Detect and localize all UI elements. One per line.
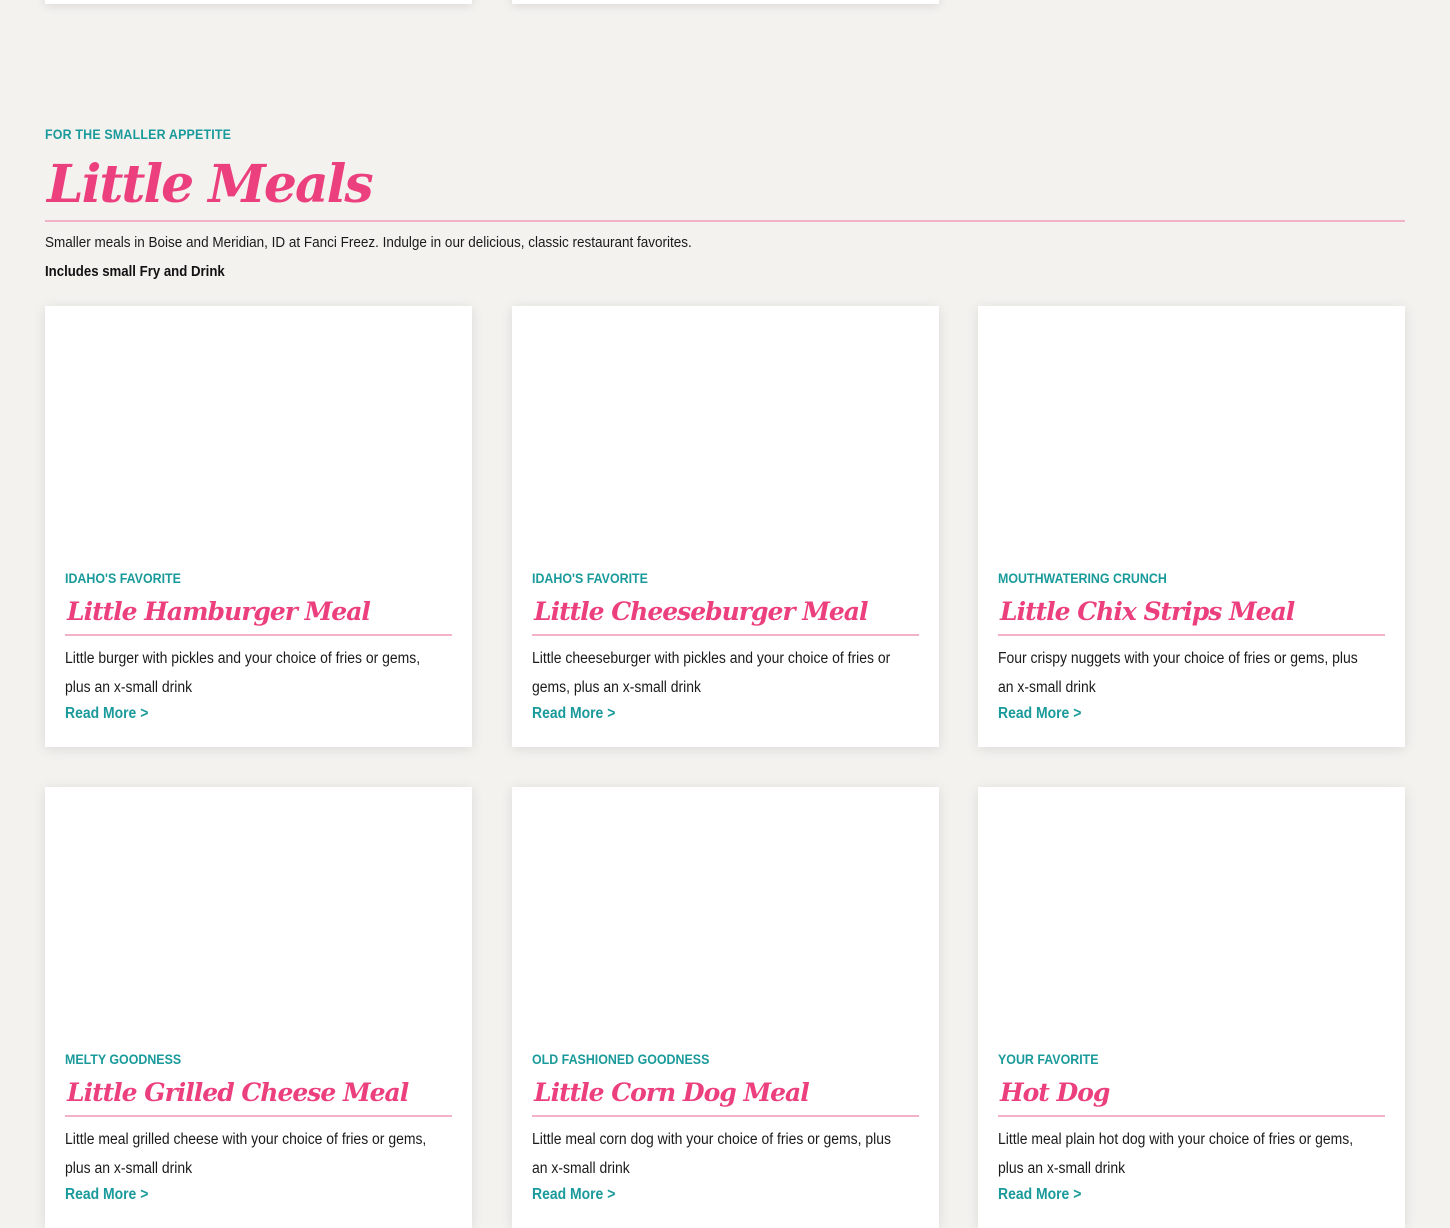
menu-item-description: Little meal corn dog with your choice of… — [532, 1131, 892, 1177]
menu-card: MOUTHWATERING CRUNCH Little Chix Strips … — [978, 306, 1405, 747]
menu-card: YOUR FAVORITE Hot Dog Little meal plain … — [978, 787, 1405, 1228]
menu-item-name[interactable]: Little Hamburger Meal — [67, 594, 371, 630]
menu-item-name[interactable]: Hot Dog — [1000, 1075, 1110, 1111]
menu-item-divider — [65, 1115, 452, 1117]
title-divider — [45, 220, 1405, 222]
menu-item-description: Little cheeseburger with pickles and you… — [532, 650, 891, 696]
menu-item-image[interactable] — [45, 306, 472, 556]
menu-item-image[interactable] — [978, 787, 1405, 1037]
menu-item-name[interactable]: Little Chix Strips Meal — [1000, 594, 1295, 630]
menu-item-tag: IDAHO'S FAVORITE — [65, 571, 181, 586]
menu-item-divider — [532, 634, 919, 636]
menu-item-name[interactable]: Little Cheeseburger Meal — [534, 594, 869, 630]
menu-item-image[interactable] — [512, 787, 939, 1037]
menu-item-divider — [532, 1115, 919, 1117]
menu-item-description: Little burger with pickles and your choi… — [65, 650, 421, 696]
menu-card: IDAHO'S FAVORITE Little Cheeseburger Mea… — [512, 306, 939, 747]
section-eyebrow: FOR THE SMALLER APPETITE — [45, 127, 232, 142]
menu-item-tag: IDAHO'S FAVORITE — [532, 571, 648, 586]
menu-item-description: Four crispy nuggets with your choice of … — [998, 650, 1358, 696]
menu-item-divider — [65, 634, 452, 636]
menu-item-image[interactable] — [512, 306, 939, 556]
menu-item-name[interactable]: Little Corn Dog Meal — [534, 1075, 810, 1111]
menu-card: OLD FASHIONED GOODNESS Little Corn Dog M… — [512, 787, 939, 1228]
section-description: Smaller meals in Boise and Meridian, ID … — [45, 234, 692, 251]
section-includes-note: Includes small Fry and Drink — [45, 263, 225, 280]
menu-item-tag: YOUR FAVORITE — [998, 1052, 1099, 1067]
read-more-link[interactable]: Read More > — [998, 703, 1081, 725]
menu-item-image[interactable] — [45, 787, 472, 1037]
read-more-link[interactable]: Read More > — [998, 1184, 1081, 1206]
menu-item-tag: OLD FASHIONED GOODNESS — [532, 1052, 710, 1067]
previous-section-card — [512, 0, 939, 4]
read-more-link[interactable]: Read More > — [532, 703, 615, 725]
section-title: Little Meals — [47, 154, 374, 215]
read-more-link[interactable]: Read More > — [65, 1184, 148, 1206]
menu-item-description: Little meal grilled cheese with your cho… — [65, 1131, 427, 1177]
menu-item-divider — [998, 634, 1385, 636]
menu-item-description: Little meal plain hot dog with your choi… — [998, 1131, 1354, 1177]
menu-item-tag: MOUTHWATERING CRUNCH — [998, 571, 1167, 586]
menu-item-divider — [998, 1115, 1385, 1117]
read-more-link[interactable]: Read More > — [532, 1184, 615, 1206]
menu-item-image[interactable] — [978, 306, 1405, 556]
menu-card: MELTY GOODNESS Little Grilled Cheese Mea… — [45, 787, 472, 1228]
menu-item-tag: MELTY GOODNESS — [65, 1052, 182, 1067]
menu-item-name[interactable]: Little Grilled Cheese Meal — [67, 1075, 409, 1111]
menu-card: IDAHO'S FAVORITE Little Hamburger Meal L… — [45, 306, 472, 747]
read-more-link[interactable]: Read More > — [65, 703, 148, 725]
previous-section-card — [45, 0, 472, 4]
